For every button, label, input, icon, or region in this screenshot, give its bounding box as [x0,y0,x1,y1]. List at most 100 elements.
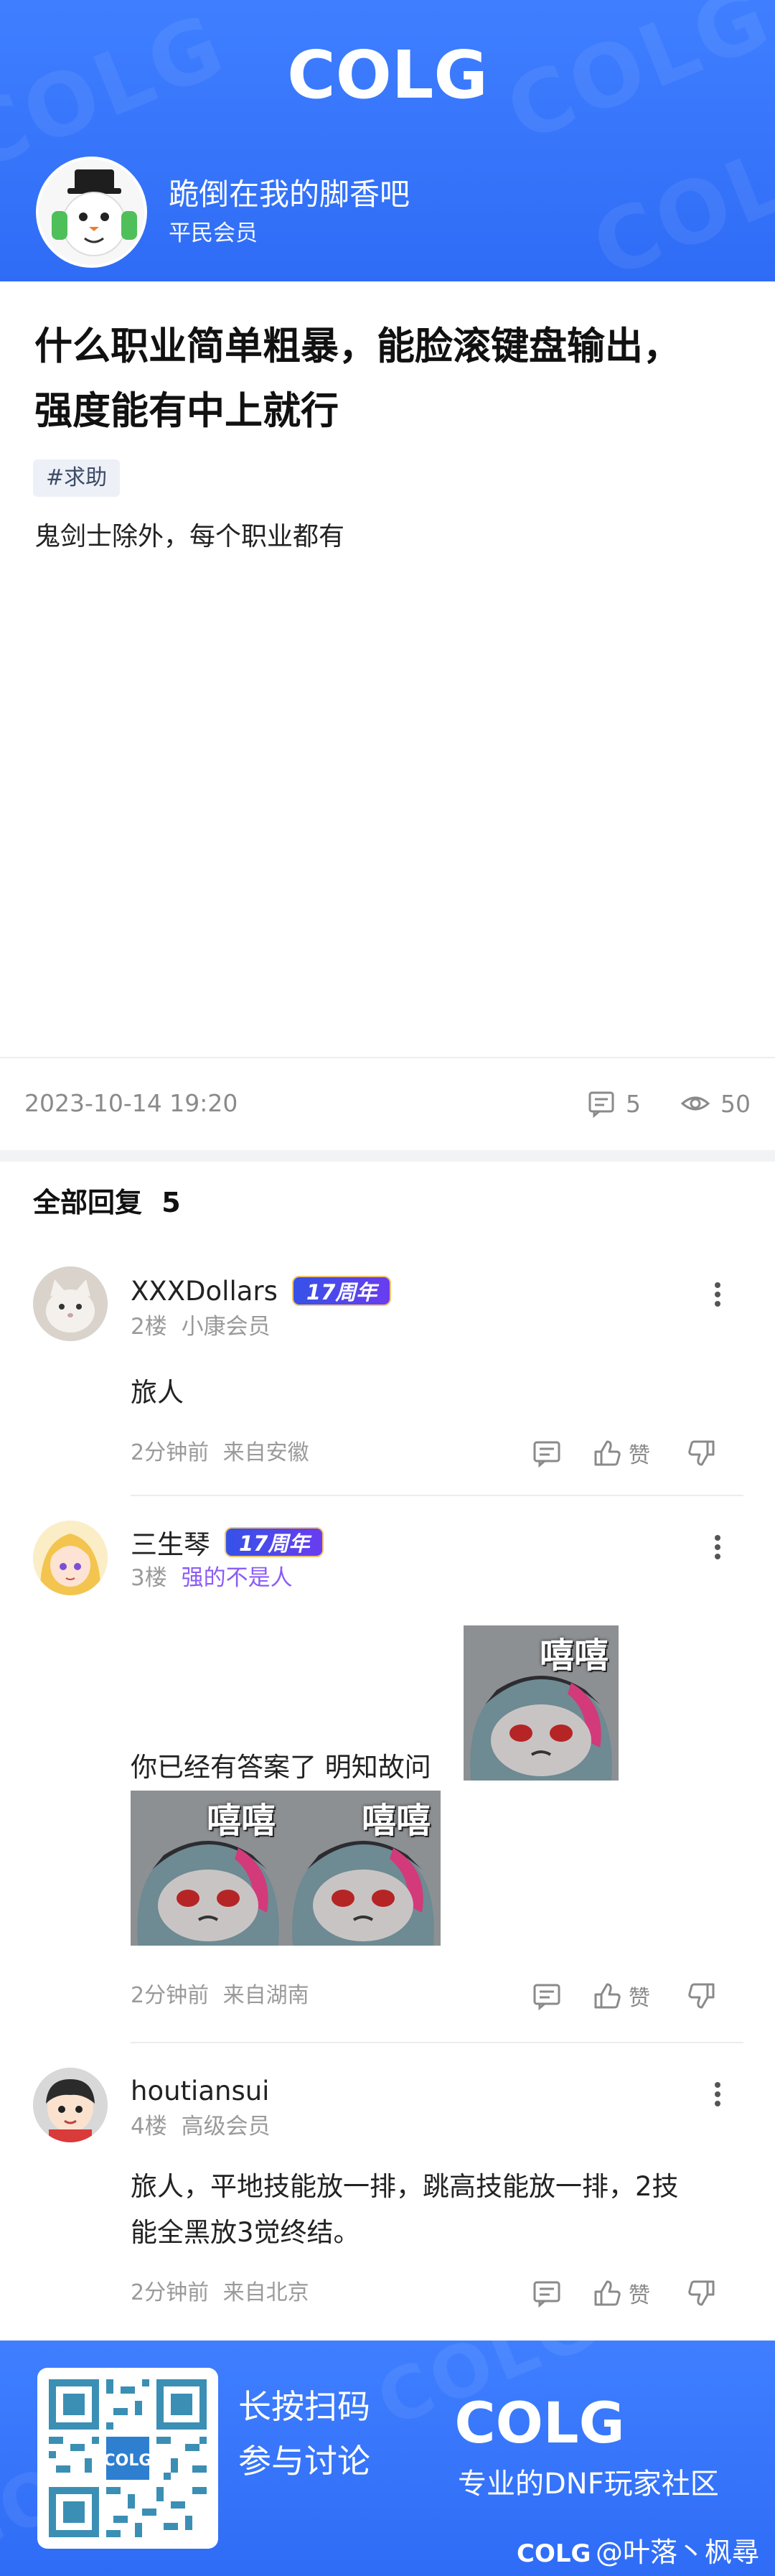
qr-code[interactable]: COLG [37,2368,218,2549]
reply-actions: 赞 [531,2276,718,2310]
view-count: 50 [680,1086,751,1121]
reply-avatar[interactable] [33,1266,108,1341]
author-avatar[interactable] [36,157,147,268]
post-header: COLG COLG COLG COLG 跪倒在我的脚香吧 平民会员 [0,0,775,281]
sticker-image[interactable]: 嘻嘻 [464,1625,619,1781]
post-footer: 2023-10-14 19:20 5 50 [0,1057,775,1150]
post-date: 2023-10-14 19:20 [24,1089,238,1117]
qr-code-icon: COLG [49,2379,207,2537]
comment-count-value: 5 [626,1089,641,1118]
reply-floor: 4楼 高级会员 [131,2111,271,2142]
reply-item: houtiansui 4楼 高级会员 旅人，平地技能放一排，跳高技能放一排，2技… [0,2068,775,2326]
sticker-image[interactable]: 嘻嘻 [286,1791,441,1946]
thumbs-up-icon[interactable] [591,2277,623,2309]
reply-comment-icon[interactable] [531,1437,563,1469]
author-name[interactable]: 跪倒在我的脚香吧 [169,174,410,215]
more-options-button[interactable] [706,1279,729,1314]
reply-username[interactable]: XXXDollars [131,1276,278,1307]
banner-scan-text: 长按扫码 [238,2387,370,2426]
sticker-caption: 嘻嘻 [539,1635,609,1676]
colg-small-logo: COLG [517,2539,591,2567]
like-label[interactable]: 赞 [629,1980,650,2012]
banner-credit: COLG @叶落丶枫尋 [517,2533,759,2572]
replies-count: 5 [161,1187,181,1218]
member-rank: 强的不是人 [181,1565,293,1591]
post-title-line: 什么职业简单粗暴，能脸滚键盘输出， [34,325,681,368]
thumbs-down-icon[interactable] [686,1980,718,2012]
like-label[interactable]: 赞 [629,1437,650,1469]
banner-slogan: 专业的DNF玩家社区 [458,2468,719,2501]
reply-time: 2分钟前 [131,1440,210,1465]
reply-item: 三生琴 17周年 3楼 强的不是人 你已经有答案了 明知故问 嘻嘻 嘻嘻 嘻嘻 … [0,1521,775,2043]
author-rank: 平民会员 [169,220,258,246]
reply-time: 2分钟前 [131,1983,210,2008]
colg-small-logo-text: COLG [517,2539,591,2567]
banner-discuss-text: 参与讨论 [238,2442,370,2481]
thumbs-up-icon[interactable] [591,1980,623,2012]
reply-text: 你已经有答案了 明知故问 [131,1752,431,1783]
reply-username[interactable]: houtiansui [131,2076,269,2106]
reply-meta: 2分钟前 来自安徽 [131,1437,309,1469]
reply-comment-icon[interactable] [531,2277,563,2309]
colg-logo-text: COLG [456,2391,623,2454]
floor-number: 3楼 [131,1565,167,1591]
reply-text-line: 能全黑放3觉终结。 [131,2217,360,2248]
thumbs-down-icon[interactable] [686,1437,718,1469]
colg-logo-text: COLG [287,37,488,113]
topic-tag[interactable]: #求助 [33,459,121,497]
sticker-caption: 嘻嘻 [206,1801,276,1841]
reply-item: XXXDollars 17周年 2楼 小康会员 旅人 2分钟前 来自安徽 赞 [0,1266,775,1496]
anniversary-badge: 17周年 [291,1276,392,1306]
reply-meta: 2分钟前 来自湖南 [131,1980,309,2012]
reply-location: 来自湖南 [222,1983,309,2008]
thumbs-down-icon[interactable] [686,2277,718,2309]
reply-comment-icon[interactable] [531,1980,563,2012]
like-label[interactable]: 赞 [629,2277,650,2309]
member-rank: 高级会员 [181,2114,271,2139]
reply-avatar[interactable] [33,2068,108,2142]
reply-text: 旅人 [131,1377,184,1408]
credit-handle: @叶落丶枫尋 [596,2537,760,2568]
qr-logo-label: COLG [104,2452,152,2470]
more-options-button[interactable] [706,1532,729,1567]
floor-number: 2楼 [131,1314,167,1340]
reply-divider [131,1495,743,1496]
reply-avatar[interactable] [33,1521,108,1595]
watermark: COLG [493,0,775,162]
floor-number: 4楼 [131,2114,167,2139]
post-content: 什么职业简单粗暴，能脸滚键盘输出， 强度能有中上就行 #求助 鬼剑士除外，每个职… [0,281,775,1162]
post-title-line: 强度能有中上就行 [34,389,339,433]
sticker-image[interactable]: 嘻嘻 [131,1791,286,1946]
reply-time: 2分钟前 [131,2280,210,2305]
reply-text-line: 旅人，平地技能放一排，跳高技能放一排，2技 [131,2171,679,2202]
share-banner: COLG COLG COLG 长按扫码 参与讨论 [0,2341,775,2576]
author-row[interactable]: 跪倒在我的脚香吧 平民会员 [36,157,410,268]
cat-avatar-icon [33,1266,108,1341]
comment-icon [588,1091,614,1118]
anniversary-badge: 17周年 [225,1527,324,1557]
reply-floor: 3楼 强的不是人 [131,1562,293,1594]
section-divider [0,1150,775,1162]
reply-meta: 2分钟前 来自北京 [131,2277,309,2309]
anime-girl-avatar-icon [33,1521,108,1595]
snowman-avatar-icon [39,159,144,265]
replies-header: 全部回复 5 [33,1177,181,1228]
eye-icon [680,1096,710,1111]
reply-text: 旅人，平地技能放一排，跳高技能放一排，2技 能全黑放3觉终结。 [131,2164,679,2256]
colg-logo[interactable]: COLG [287,34,488,113]
replies-header-label: 全部回复 [33,1187,143,1218]
comment-count[interactable]: 5 [587,1086,641,1121]
reply-location: 来自安徽 [222,1440,309,1465]
colg-logo: COLG [456,2391,623,2454]
reply-divider [131,2042,743,2043]
view-count-value: 50 [720,1089,751,1118]
member-rank: 小康会员 [181,1314,271,1340]
reply-username[interactable]: 三生琴 [131,1523,210,1562]
thumbs-up-icon[interactable] [591,1437,623,1469]
reply-actions: 赞 [531,1436,718,1470]
cartoon-boy-avatar-icon [33,2068,108,2142]
reply-floor: 2楼 小康会员 [131,1311,271,1343]
more-options-button[interactable] [706,2079,729,2114]
reply-location: 来自北京 [222,2280,309,2305]
sticker-caption: 嘻嘻 [361,1801,431,1841]
